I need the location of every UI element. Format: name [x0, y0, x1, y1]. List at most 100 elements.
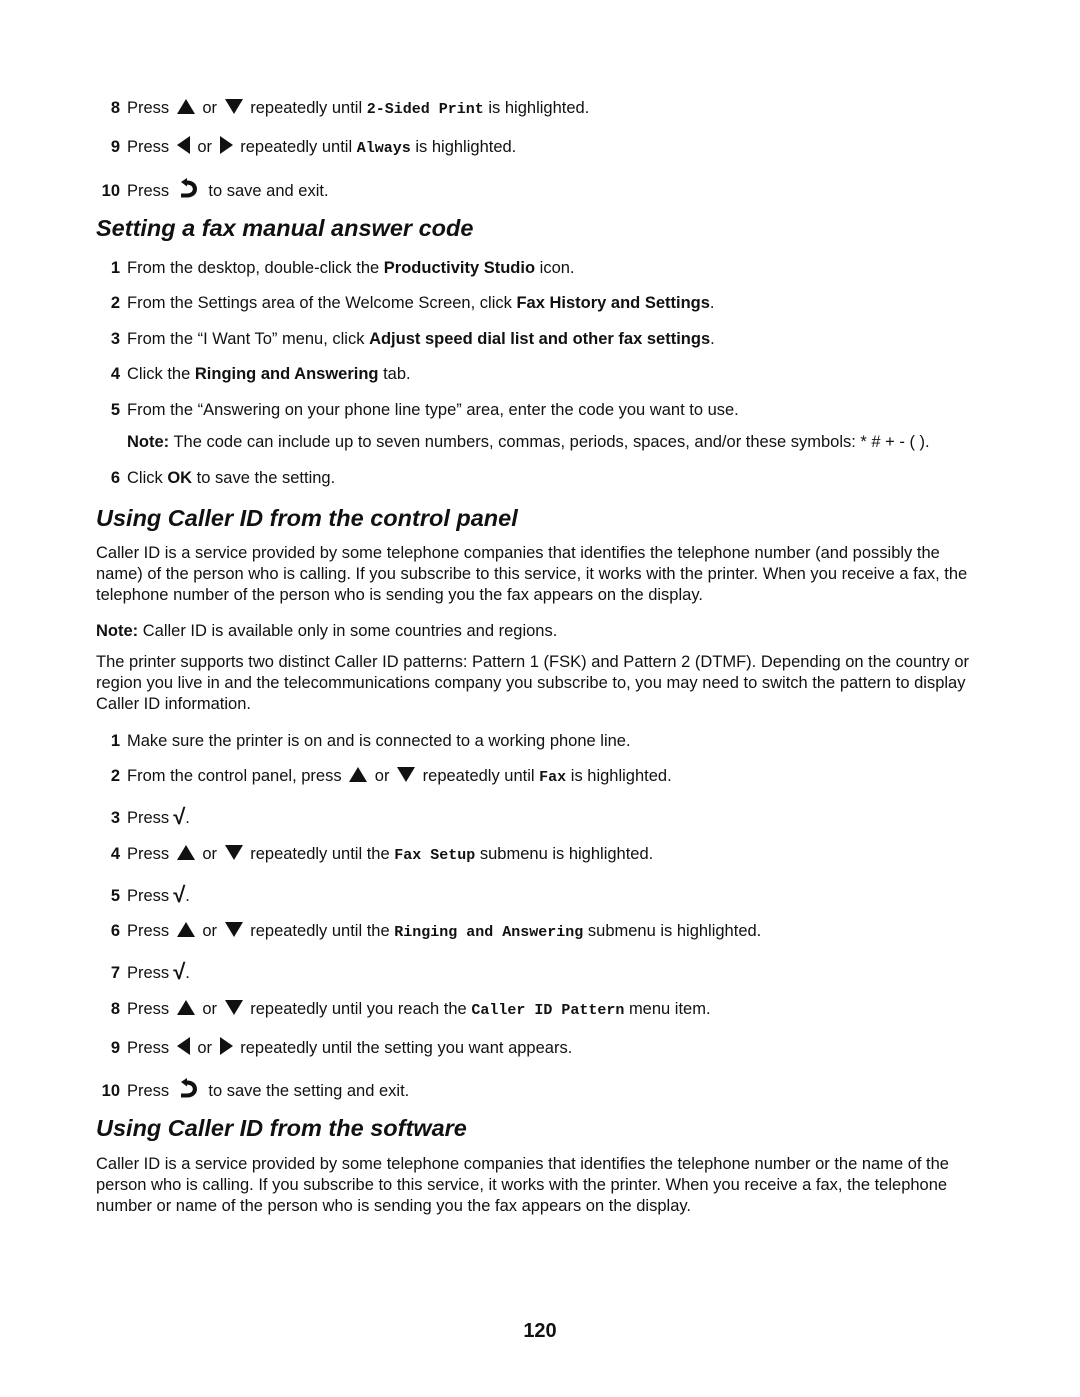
- step-text: tab.: [378, 365, 411, 383]
- step-text: menu item.: [628, 1000, 711, 1018]
- ui-label: Productivity Studio: [383, 259, 536, 277]
- note: Note: Caller ID is available only in som…: [96, 621, 557, 641]
- step-text: From the Settings area of the Welcome Sc…: [127, 294, 517, 312]
- step-text: submenu is highlighted.: [479, 845, 654, 863]
- step-text: or: [202, 845, 218, 863]
- list-item: 8 Press or repeatedly until you reach the…: [96, 999, 996, 1021]
- paragraph: The printer supports two distinct Caller…: [96, 653, 970, 713]
- step-text: or: [374, 767, 390, 785]
- step-number: 3: [110, 330, 120, 348]
- note-text: The code can include up to seven numbers…: [169, 433, 930, 451]
- ui-label: Ringing and Answering: [194, 365, 379, 383]
- step-number: 7: [110, 964, 120, 982]
- step-text: is highlighted.: [415, 138, 517, 156]
- step-text: .: [185, 964, 190, 982]
- step-text: Press: [127, 845, 170, 863]
- step-text: .: [710, 330, 715, 348]
- right-arrow-icon: [219, 136, 233, 154]
- step-text: icon.: [535, 259, 575, 277]
- step-text: Press: [127, 964, 170, 982]
- step-number: 4: [110, 845, 120, 863]
- step-text: Click: [127, 469, 168, 487]
- step-text: From the control panel, press: [127, 767, 342, 785]
- step-text: repeatedly until: [250, 99, 363, 117]
- step-text: Press: [127, 182, 170, 200]
- step-text: to save and exit.: [208, 182, 329, 200]
- step-number: 6: [110, 469, 120, 487]
- step-text: or: [202, 922, 218, 940]
- paragraph: Caller ID is a service provided by some …: [96, 544, 968, 604]
- list-item: 10 Press to save the setting and exit.: [96, 1077, 996, 1101]
- menu-item-code: Caller ID Pattern: [471, 1002, 625, 1019]
- step-text: Press: [127, 99, 170, 117]
- list-item: 3 Press √.: [96, 804, 996, 829]
- list-item: 4 Click the Ringing and Answering tab.: [96, 364, 996, 384]
- step-number: 2: [110, 767, 120, 785]
- step-number: 4: [110, 365, 120, 383]
- step-number: 3: [110, 809, 120, 827]
- step-text: repeatedly until you reach the: [250, 1000, 467, 1018]
- step-9-top: 9 Press or repeatedly until Always is hig…: [96, 136, 996, 159]
- step-text: repeatedly until: [240, 138, 353, 156]
- step-text: Click the: [127, 365, 195, 383]
- up-arrow-icon: [176, 922, 195, 937]
- step-number: 10: [101, 182, 120, 200]
- step-text: .: [185, 809, 190, 827]
- step-text: or: [202, 1000, 218, 1018]
- note-label: Note:: [127, 433, 170, 451]
- step-text: or: [202, 99, 218, 117]
- list-item: 1 Make sure the printer is on and is conn…: [96, 731, 996, 751]
- list-item: 2 From the Settings area of the Welcome S…: [96, 293, 996, 313]
- checkmark-icon: √: [173, 804, 186, 829]
- step-number: 8: [110, 99, 120, 117]
- step-text: From the “I Want To” menu, click: [127, 330, 370, 348]
- step-text: Press: [127, 138, 170, 156]
- list-item: 9 Press or repeatedly until the setting y…: [96, 1037, 996, 1058]
- up-arrow-icon: [176, 845, 195, 860]
- list-item: 2 From the control panel, press or repeat…: [96, 766, 996, 788]
- down-arrow-icon: [224, 99, 243, 114]
- step-10-top: 10 Press to save and exit.: [96, 177, 996, 201]
- ui-label: Fax History and Settings: [516, 294, 710, 312]
- up-arrow-icon: [176, 99, 195, 114]
- step-text: Press: [127, 809, 170, 827]
- menu-item-code: 2-Sided Print: [366, 101, 484, 118]
- paragraph: Caller ID is a service provided by some …: [96, 1155, 949, 1215]
- step-number: 1: [110, 732, 120, 750]
- up-arrow-icon: [349, 767, 368, 782]
- step-text: Press: [127, 887, 170, 905]
- step-number: 6: [110, 922, 120, 940]
- step-text: or: [197, 1039, 213, 1057]
- left-arrow-icon: [176, 1037, 190, 1055]
- step-number: 1: [110, 259, 120, 277]
- step-text: From the “Answering on your phone line t…: [127, 401, 739, 419]
- step-text: to save the setting and exit.: [208, 1082, 410, 1100]
- section-heading: Using Caller ID from the control panel: [96, 505, 518, 531]
- step-text: Press: [127, 1000, 170, 1018]
- note: Note: The code can include up to seven n…: [127, 432, 930, 452]
- list-item: 7 Press √.: [96, 961, 996, 983]
- step-text: repeatedly until the setting you want ap…: [240, 1039, 573, 1057]
- step-8-top: 8 Press or repeatedly until 2-Sided Print…: [96, 98, 996, 120]
- step-number: 10: [101, 1082, 120, 1100]
- step-number: 5: [110, 887, 120, 905]
- list-item: 6 Click OK to save the setting.: [96, 468, 996, 488]
- up-arrow-icon: [176, 1000, 195, 1015]
- back-icon: [180, 178, 197, 198]
- menu-item-code: Always: [356, 140, 411, 157]
- down-arrow-icon: [224, 922, 243, 937]
- step-text: repeatedly until the: [250, 845, 390, 863]
- ui-label: Adjust speed dial list and other fax set…: [369, 330, 711, 348]
- list-item: 1 From the desktop, double-click the Prod…: [96, 258, 996, 278]
- step-text: or: [197, 138, 213, 156]
- step-text: to save the setting.: [192, 469, 336, 487]
- step-text: Press: [127, 1082, 170, 1100]
- step-number: 9: [110, 138, 120, 156]
- step-text: is highlighted.: [488, 99, 590, 117]
- step-text: Press: [127, 922, 170, 940]
- step-text: Press: [127, 1039, 170, 1057]
- step-text: is highlighted.: [570, 767, 672, 785]
- step-number: 2: [110, 294, 120, 312]
- section-heading: Using Caller ID from the software: [96, 1115, 467, 1141]
- step-text: Make sure the printer is on and is conne…: [127, 732, 631, 750]
